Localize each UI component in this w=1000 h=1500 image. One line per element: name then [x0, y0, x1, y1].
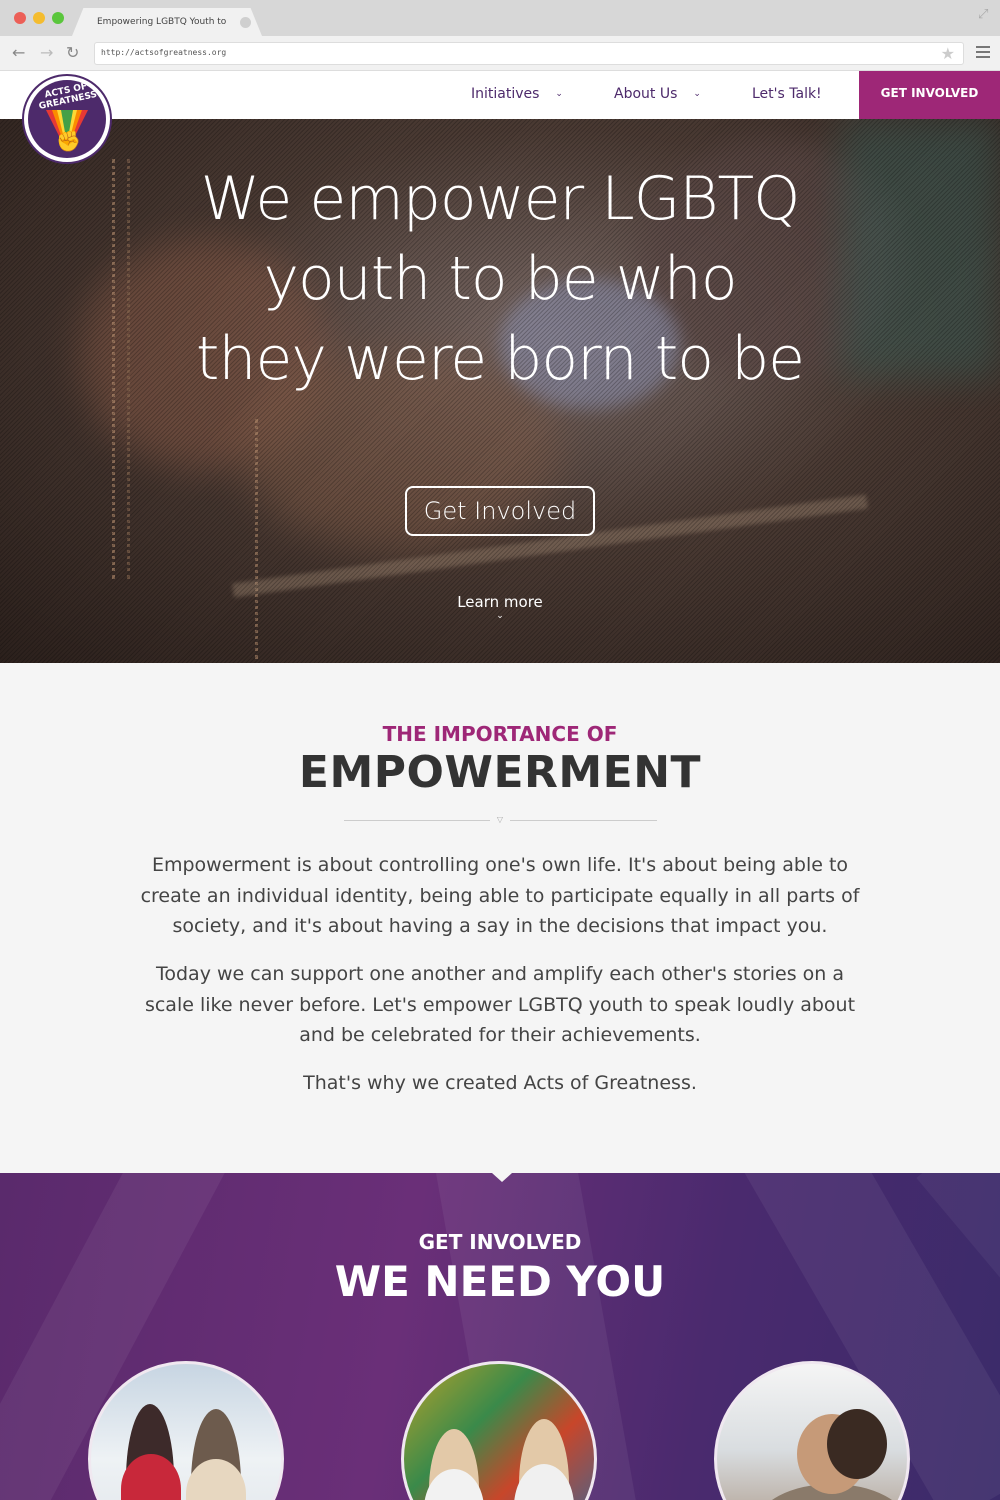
nav-lets-talk[interactable]: Let's Talk!: [752, 86, 822, 102]
get-involved-section: GET INVOLVED WE NEED YOU: [0, 1173, 1000, 1500]
maximize-window-button[interactable]: [52, 12, 64, 24]
triangle-down-icon: ▽: [496, 815, 504, 824]
reload-icon[interactable]: ↻: [66, 44, 79, 62]
person-figure: [827, 1409, 887, 1479]
hero-title-line: We empower LGBTQ: [200, 164, 801, 234]
url-text: http://actsofgreatness.org: [101, 48, 227, 57]
nav-talk-label: Let's Talk!: [752, 86, 822, 102]
tab-close-icon[interactable]: [240, 17, 251, 28]
close-window-button[interactable]: [14, 12, 26, 24]
involved-photo-1[interactable]: [88, 1361, 284, 1500]
browser-chrome: Empowering LGBTQ Youth to ⤢ ← → ↻ http:/…: [0, 0, 1000, 71]
section-eyebrow: THE IMPORTANCE OF: [382, 722, 618, 746]
section-heading: EMPOWERMENT: [298, 747, 702, 798]
learn-more-link[interactable]: Learn more: [400, 593, 600, 611]
address-bar[interactable]: http://actsofgreatness.org ★: [94, 42, 964, 65]
section-divider: ▽: [344, 816, 657, 826]
site-header: ACTS OF GREATNESS ✊ Initiatives ⌄ About U…: [0, 71, 1000, 164]
importance-section: THE IMPORTANCE OF EMPOWERMENT ▽ Empowerm…: [0, 663, 1000, 1173]
chevron-down-icon: ⌄: [555, 89, 563, 99]
forward-arrow-icon[interactable]: →: [40, 44, 53, 62]
nav-initiatives-label: Initiatives: [471, 86, 540, 102]
nav-about-label: About Us: [614, 86, 678, 102]
divider-line: [344, 820, 490, 821]
hero-figure-icon: ✊: [56, 129, 81, 153]
get-involved-nav-button[interactable]: GET INVOLVED: [859, 71, 1000, 119]
back-arrow-icon[interactable]: ←: [12, 44, 25, 62]
hero-title-line: youth to be who: [263, 244, 737, 314]
body-paragraph: Empowerment is about controlling one's o…: [140, 854, 860, 937]
nav-about-us[interactable]: About Us ⌄: [614, 86, 701, 102]
browser-toolbar: ← → ↻ http://actsofgreatness.org ★: [0, 36, 1000, 71]
browser-menu-icon[interactable]: [976, 46, 990, 58]
browser-tab[interactable]: Empowering LGBTQ Youth to: [72, 8, 262, 36]
hero-get-involved-button[interactable]: Get Involved: [405, 486, 595, 536]
site-logo[interactable]: ACTS OF GREATNESS ✊: [22, 74, 112, 164]
hero-title: We empower LGBTQ youth to be who they we…: [100, 159, 900, 399]
window-controls: [14, 12, 64, 24]
hero-title-line: they were born to be: [195, 324, 805, 394]
minimize-window-button[interactable]: [33, 12, 45, 24]
tab-title: Empowering LGBTQ Youth to: [97, 17, 227, 27]
nav-initiatives[interactable]: Initiatives ⌄: [471, 86, 563, 102]
hero-section: We empower LGBTQ youth to be who they we…: [0, 119, 1000, 663]
chevron-down-icon: ⌄: [693, 89, 701, 99]
bookmark-star-icon[interactable]: ★: [941, 44, 955, 64]
tab-bar: Empowering LGBTQ Youth to ⤢: [0, 0, 1000, 36]
section-notch: [492, 1173, 512, 1182]
section-heading: WE NEED YOU: [334, 1257, 666, 1306]
body-paragraph: That's why we created Acts of Greatness.: [303, 1072, 697, 1094]
fullscreen-icon[interactable]: ⤢: [978, 8, 992, 22]
body-paragraph: Today we can support one another and amp…: [144, 963, 856, 1046]
chevron-down-icon[interactable]: ⌄: [494, 611, 506, 621]
divider-line: [510, 820, 657, 821]
section-eyebrow: GET INVOLVED: [418, 1230, 582, 1254]
logo-badge: ACTS OF GREATNESS ✊: [28, 80, 106, 158]
logo-wordmark: ACTS OF GREATNESS: [38, 81, 98, 112]
